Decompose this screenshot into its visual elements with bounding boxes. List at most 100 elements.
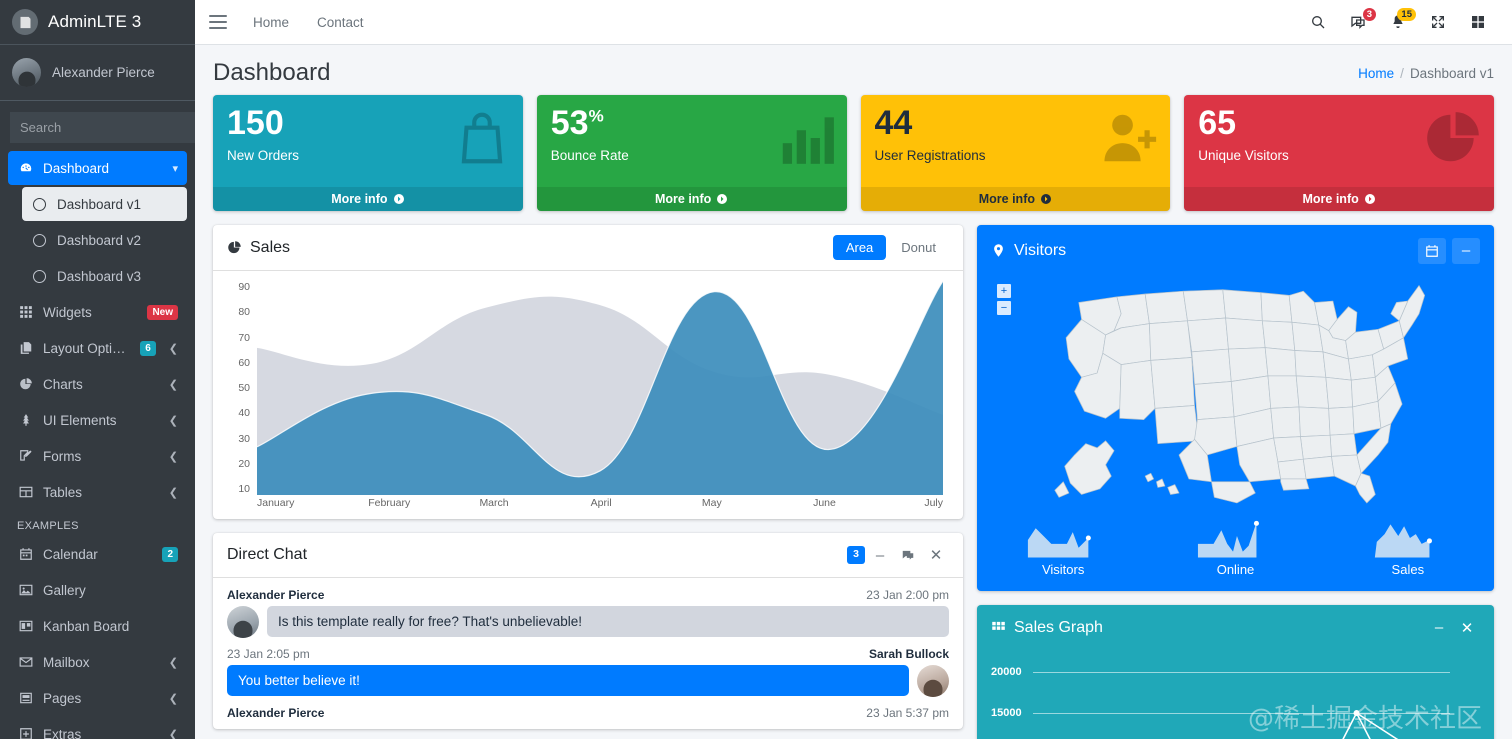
sidebar-item-label: Kanban Board (43, 618, 130, 634)
sidebar-item-forms[interactable]: Forms ❮ (8, 439, 187, 473)
sidebar-item-label: Extras (43, 726, 82, 739)
chart-plot (257, 281, 943, 495)
sidebar-item-label: Tables (43, 484, 83, 500)
navbar-messages-button[interactable]: 3 (1338, 0, 1378, 45)
navbar-fullscreen-button[interactable] (1418, 0, 1458, 45)
sidebar-item-label: Mailbox (43, 654, 90, 670)
chat-message-text: Is this template really for free? That's… (267, 606, 949, 637)
brand[interactable]: AdminLTE 3 (0, 0, 195, 45)
breadcrumb-home[interactable]: Home (1358, 66, 1394, 81)
navbar-right: 3 15 (1298, 0, 1498, 45)
sidebar-item-gallery[interactable]: Gallery (8, 573, 187, 607)
stat-label: User Registrations (874, 147, 986, 163)
content: 150 New Orders More info 53% Bounce Rate (195, 95, 1512, 739)
sales-card-header: Sales Area Donut (213, 225, 963, 271)
sidebar-item-dashboard-v3[interactable]: Dashboard v3 (22, 259, 187, 293)
card-title: Sales (227, 239, 290, 257)
sidebar-item-dashboard-v2[interactable]: Dashboard v2 (22, 223, 187, 257)
tab-area[interactable]: Area (832, 235, 887, 260)
stat-footer-label: More info (978, 192, 1035, 206)
stat-footer-label: More info (655, 192, 712, 206)
stat-box-unique-visitors[interactable]: 65 Unique Visitors More info (1184, 95, 1494, 211)
stat-more-info-link[interactable]: More info (213, 187, 523, 211)
stat-box-new-orders[interactable]: 150 New Orders More info (213, 95, 523, 211)
book-icon (17, 691, 34, 705)
sidebar-item-ui-elements[interactable]: UI Elements ❮ (8, 403, 187, 437)
tab-donut[interactable]: Donut (888, 235, 949, 260)
map-stat-online[interactable]: Online (1149, 516, 1321, 577)
chat-message-row: Is this template really for free? That's… (227, 606, 949, 638)
us-map[interactable]: + − (977, 270, 1494, 510)
chat-message-time: 23 Jan 2:05 pm (227, 647, 310, 661)
stat-more-info-link[interactable]: More info (536, 187, 847, 211)
chevron-left-icon: ❮ (168, 450, 178, 463)
table-icon (17, 485, 34, 499)
sidebar-item-mailbox[interactable]: Mailbox ❮ (8, 645, 187, 679)
chevron-left-icon: ❮ (168, 656, 178, 669)
map-zoom-controls: + − (997, 284, 1011, 318)
sidebar-item-dashboard-v1[interactable]: Dashboard v1 (22, 187, 187, 221)
navbar-apps-button[interactable] (1458, 0, 1498, 45)
x-tick: June (813, 497, 836, 509)
map-stat-label: Sales (1391, 562, 1425, 577)
copy-icon (17, 341, 34, 355)
navbar-notifications-button[interactable]: 15 (1378, 0, 1418, 45)
sidebar-item-layout-options[interactable]: Layout Options 6 ❮ (8, 331, 187, 365)
stat-more-info-link[interactable]: More info (1184, 187, 1494, 211)
direct-chat-header: Direct Chat 3 – ✕ (213, 533, 963, 578)
close-icon[interactable]: ✕ (923, 543, 949, 567)
sidebar-item-calendar[interactable]: Calendar 2 (8, 537, 187, 571)
chat-message-time: 23 Jan 2:00 pm (866, 588, 949, 602)
navbar-link-contact[interactable]: Contact (303, 0, 378, 45)
visitors-card: Visitors – + − Visitors Online Sales (977, 225, 1494, 591)
hamburger-icon[interactable] (209, 15, 227, 29)
sidebar-submenu-dashboard: Dashboard v1 Dashboard v2 Dashboard v3 (8, 187, 187, 293)
search-input[interactable] (10, 112, 195, 143)
map-stat-visitors[interactable]: Visitors (977, 516, 1149, 577)
minimize-icon[interactable]: – (867, 543, 893, 567)
stat-label: Unique Visitors (1198, 147, 1289, 163)
calendar-icon[interactable] (1418, 237, 1446, 264)
stat-box-user-registrations[interactable]: 44 User Registrations More info (860, 95, 1171, 211)
sidebar-item-label: Layout Options (43, 340, 132, 356)
stat-box-bounce-rate[interactable]: 53% Bounce Rate More info (536, 95, 847, 211)
navbar-search-button[interactable] (1298, 0, 1338, 45)
breadcrumb: Home / Dashboard v1 (1358, 66, 1494, 81)
close-icon[interactable]: ✕ (1454, 616, 1480, 640)
search-icon (1312, 16, 1325, 29)
y-tick: 10 (238, 483, 250, 495)
sidebar-item-widgets[interactable]: Widgets New (8, 295, 187, 329)
stat-sup: % (588, 106, 604, 126)
stat-label: Bounce Rate (550, 147, 629, 163)
minimize-icon[interactable]: – (1452, 237, 1480, 264)
sidebar-item-kanban-board[interactable]: Kanban Board (8, 609, 187, 643)
visitors-sparkline (977, 516, 1149, 558)
sidebar-item-pages[interactable]: Pages ❮ (8, 681, 187, 715)
contacts-icon[interactable] (895, 543, 921, 567)
map-zoom-out-button[interactable]: − (997, 301, 1011, 315)
sales-graph-title-text: Sales Graph (1014, 618, 1103, 636)
x-tick: February (368, 497, 411, 509)
th-icon (17, 305, 34, 319)
status-badge: 3 (1362, 7, 1376, 22)
stat-more-info-link[interactable]: More info (860, 187, 1171, 211)
navbar-link-home[interactable]: Home (239, 0, 303, 45)
user-panel[interactable]: Alexander Pierce (0, 45, 195, 101)
sidebar-item-label: Pages (43, 690, 82, 706)
map-stat-sales[interactable]: Sales (1322, 516, 1494, 577)
map-stat-label: Visitors (1041, 562, 1085, 577)
sidebar-item-charts[interactable]: Charts ❮ (8, 367, 187, 401)
sidebar-item-dashboard[interactable]: Dashboard ▾ (8, 151, 187, 185)
sales-area-chart: 90 80 70 60 50 40 30 20 10 January Febru… (227, 281, 949, 513)
envelope-icon (17, 655, 34, 669)
y-tick: 80 (238, 306, 250, 319)
us-map-svg (1054, 285, 1426, 504)
sidebar-item-tables[interactable]: Tables ❮ (8, 475, 187, 509)
map-zoom-in-button[interactable]: + (997, 284, 1011, 298)
chevron-left-icon: ❮ (168, 692, 178, 705)
chevron-left-icon: ❮ (168, 414, 178, 427)
sales-graph-lines (1033, 650, 1484, 739)
minimize-icon[interactable]: – (1426, 616, 1452, 640)
sidebar-item-extras[interactable]: Extras ❮ (8, 717, 187, 739)
direct-chat-messages: Alexander Pierce 23 Jan 2:00 pm Is this … (213, 578, 963, 729)
